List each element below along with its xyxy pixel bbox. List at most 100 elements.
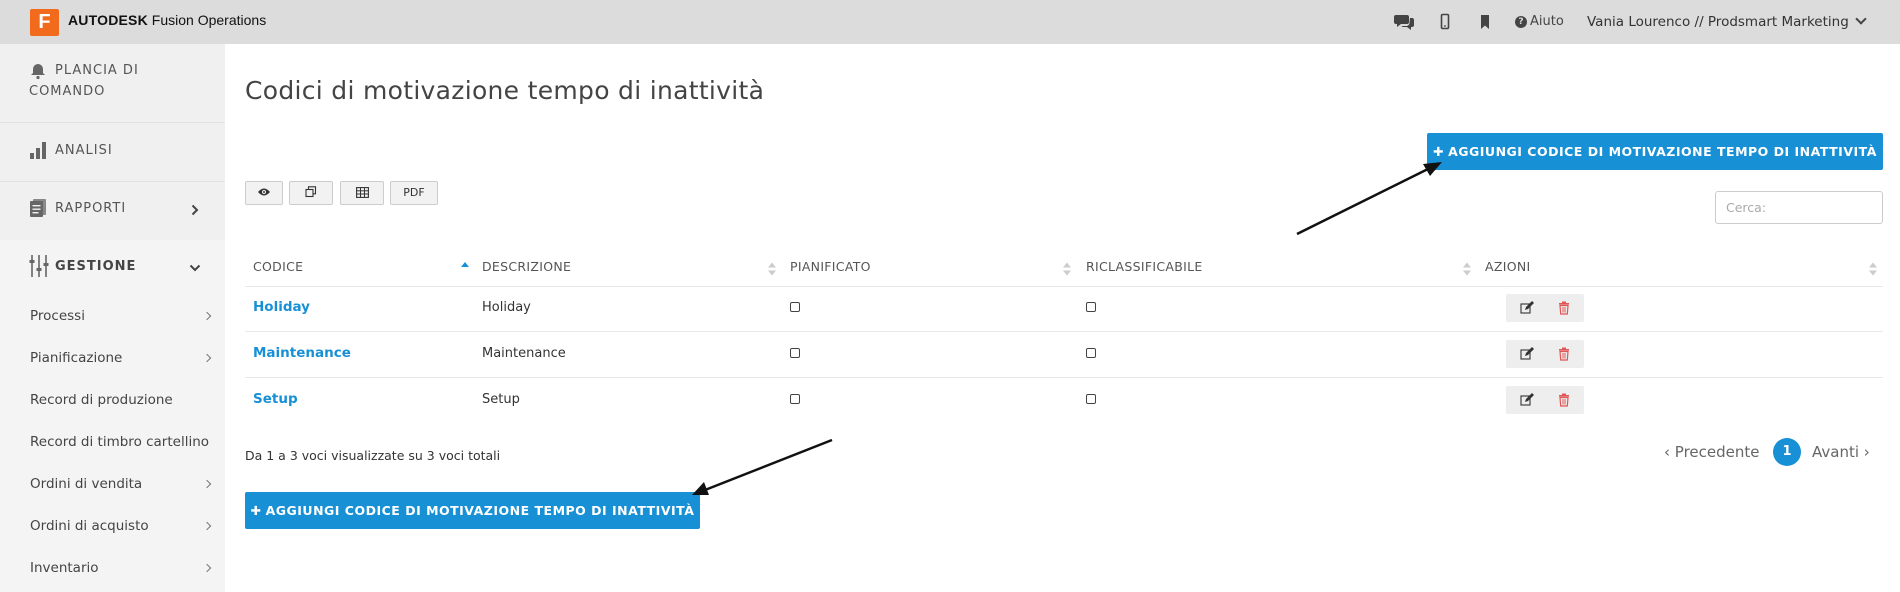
planned-checkbox [790, 394, 800, 404]
subitem-label: Processi [30, 308, 85, 324]
fusion-logo[interactable]: F [30, 9, 59, 36]
bookmark-icon[interactable] [1474, 13, 1496, 31]
copy-button[interactable] [289, 181, 333, 205]
export-pdf-button[interactable]: PDF [390, 181, 438, 205]
export-excel-button[interactable] [340, 181, 384, 205]
chevron-right-icon [202, 479, 212, 489]
edit-icon[interactable] [1520, 347, 1534, 361]
subitem-label: Ordini di vendita [30, 476, 143, 492]
sidebar-item-gestione[interactable]: GESTIONE [0, 255, 225, 280]
sidebar-item-label: ANALISI [55, 143, 113, 158]
sidebar-subitem-record-produzione[interactable]: Record di produzione [30, 392, 210, 408]
column-header-codice[interactable]: CODICE [253, 259, 303, 274]
trash-icon[interactable] [1558, 347, 1570, 361]
trash-icon[interactable] [1558, 393, 1570, 407]
sort-icon[interactable] [1463, 262, 1471, 276]
reclassifiable-checkbox [1086, 348, 1096, 358]
chevron-down-icon [189, 264, 201, 272]
sidebar-item-dashboard[interactable]: PLANCIA DI COMANDO [0, 62, 225, 122]
previous-label: Precedente [1674, 443, 1760, 461]
table-cell-description: Holiday [482, 300, 531, 315]
code-link-holiday[interactable]: Holiday [253, 299, 310, 315]
row-actions [1506, 340, 1584, 368]
pagination-current-page[interactable]: 1 [1773, 438, 1801, 466]
add-button-label: AGGIUNGI CODICE DI MOTIVAZIONE TEMPO DI … [1448, 144, 1877, 159]
add-code-button-top[interactable]: ✚ AGGIUNGI CODICE DI MOTIVAZIONE TEMPO DI… [1427, 133, 1883, 170]
sidebar-subitem-pianificazione[interactable]: Pianificazione [30, 350, 212, 366]
reclassifiable-checkbox [1086, 394, 1096, 404]
table-info: Da 1 a 3 voci visualizzate su 3 voci tot… [245, 448, 501, 463]
chat-icon[interactable] [1394, 13, 1416, 31]
subitem-label: Ordini di acquisto [30, 518, 149, 534]
add-button-label: AGGIUNGI CODICE DI MOTIVAZIONE TEMPO DI … [265, 503, 695, 518]
top-bar: F AUTODESK Fusion Operations ? Aiuto Vani… [0, 0, 1900, 44]
table-icon [355, 187, 369, 198]
code-link-maintenance[interactable]: Maintenance [253, 345, 351, 361]
chevron-right-icon [191, 204, 199, 216]
edit-icon[interactable] [1520, 301, 1534, 315]
brand-bold: AUTODESK [68, 12, 148, 28]
question-icon: ? [1515, 16, 1527, 28]
subitem-label: Record di produzione [30, 392, 173, 408]
user-menu[interactable]: Vania Lourenco // Prodsmart Marketing [1587, 13, 1867, 30]
chevron-right-icon [202, 563, 212, 573]
trash-icon[interactable] [1558, 301, 1570, 315]
table-divider [245, 377, 1883, 378]
planned-checkbox [790, 348, 800, 358]
plus-icon: ✚ [1433, 144, 1445, 159]
planned-checkbox [790, 302, 800, 312]
sort-asc-icon[interactable] [461, 262, 469, 276]
sidebar-item-label: PLANCIA DI [55, 63, 139, 78]
reports-icon [30, 199, 46, 217]
page-title: Codici di motivazione tempo di inattivit… [245, 76, 765, 105]
sidebar-subitem-processi[interactable]: Processi [30, 308, 212, 324]
plus-icon: ✚ [250, 503, 262, 518]
mobile-icon[interactable] [1434, 13, 1456, 31]
brand-product: Fusion Operations [147, 12, 267, 28]
sidebar-item-rapporti[interactable]: RAPPORTI [0, 198, 225, 222]
chevron-down-icon [1855, 13, 1867, 25]
annotation-arrow-top [1296, 166, 1431, 236]
gestione-section [0, 240, 225, 592]
reclassifiable-checkbox [1086, 302, 1096, 312]
next-label: Avanti [1812, 443, 1860, 461]
sidebar-subitem-ordini-acquisto[interactable]: Ordini di acquisto [30, 518, 212, 534]
pagination-previous[interactable]: ‹ Precedente [1664, 443, 1759, 461]
help-label: Aiuto [1530, 14, 1564, 29]
sidebar: PLANCIA DI COMANDO ANALISI RAPPORTI GEST… [0, 44, 225, 592]
column-header-descrizione[interactable]: DESCRIZIONE [482, 259, 571, 274]
code-link-setup[interactable]: Setup [253, 391, 298, 407]
sidebar-subitem-inventario[interactable]: Inventario [30, 560, 212, 576]
table-divider [245, 331, 1883, 332]
sidebar-item-analisi[interactable]: ANALISI [0, 140, 225, 164]
table-cell-description: Maintenance [482, 346, 566, 361]
user-label: Vania Lourenco // Prodsmart Marketing [1587, 14, 1849, 30]
eye-icon [258, 188, 270, 196]
brand-name: AUTODESK Fusion Operations [68, 12, 266, 28]
chevron-right-icon [202, 521, 212, 531]
help-link[interactable]: ? Aiuto [1515, 14, 1564, 29]
bar-chart-icon [30, 142, 46, 159]
sort-icon[interactable] [1063, 262, 1071, 276]
divider [0, 181, 225, 182]
row-actions [1506, 386, 1584, 414]
sort-icon[interactable] [768, 262, 776, 276]
sidebar-subitem-ordini-vendita[interactable]: Ordini di vendita [30, 476, 212, 492]
column-header-pianificato[interactable]: PIANIFICATO [790, 259, 871, 274]
sidebar-subitem-record-timbro[interactable]: Record di timbro cartellino [30, 434, 225, 450]
pagination-next[interactable]: Avanti › [1812, 443, 1870, 461]
table-divider [245, 286, 1883, 287]
bell-icon [31, 64, 45, 80]
add-code-button-bottom[interactable]: ✚ AGGIUNGI CODICE DI MOTIVAZIONE TEMPO DI… [245, 492, 700, 529]
subitem-label: Pianificazione [30, 350, 123, 366]
chevron-right-icon [202, 311, 212, 321]
edit-icon[interactable] [1520, 393, 1534, 407]
sidebar-item-label: RAPPORTI [55, 201, 127, 216]
subitem-label: Record di timbro cartellino [30, 434, 210, 450]
column-visibility-button[interactable] [245, 181, 283, 205]
sort-icon[interactable] [1869, 262, 1877, 276]
sliders-icon [29, 255, 49, 277]
column-header-riclassificabile[interactable]: RICLASSIFICABILE [1086, 259, 1203, 274]
search-input[interactable] [1715, 191, 1883, 224]
sidebar-item-label-line2: COMANDO [29, 84, 106, 99]
